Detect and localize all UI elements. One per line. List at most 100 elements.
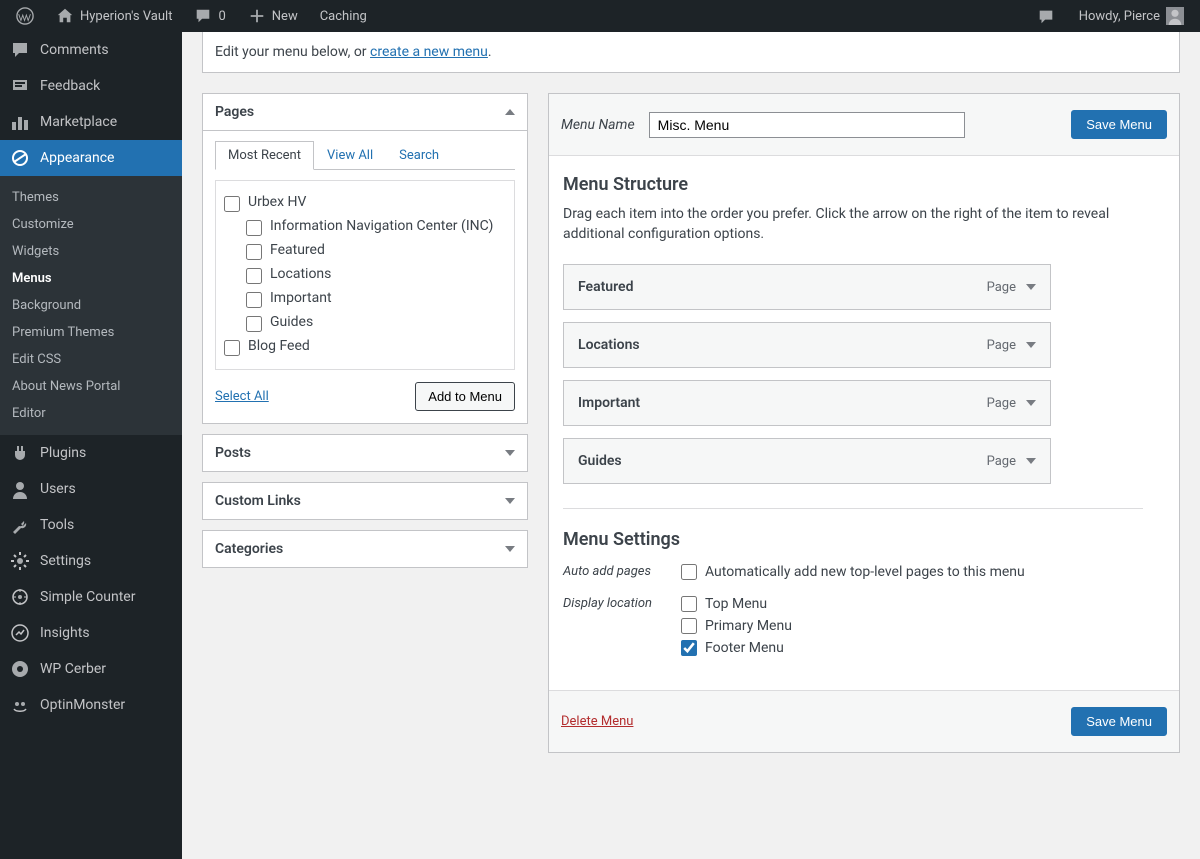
page-checkbox[interactable] (246, 268, 262, 284)
comments-icon (10, 40, 30, 60)
delete-menu-link[interactable]: Delete Menu (561, 714, 633, 729)
sidebar-sub-editcss[interactable]: Edit CSS (0, 346, 182, 373)
wpcerber-icon (10, 659, 30, 679)
menu-item[interactable]: FeaturedPage (563, 264, 1051, 310)
tab-search[interactable]: Search (386, 141, 452, 170)
page-checkbox[interactable] (224, 196, 240, 212)
sidebar-item-simplecounter[interactable]: Simple Counter (0, 579, 182, 615)
page-checkbox[interactable] (224, 340, 240, 356)
marketplace-icon (10, 112, 30, 132)
feedback-icon (10, 76, 30, 96)
sidebar-item-settings[interactable]: Settings (0, 543, 182, 579)
sidebar-item-users[interactable]: Users (0, 471, 182, 507)
sidebar-item-comments[interactable]: Comments (0, 32, 182, 68)
page-checkbox[interactable] (246, 316, 262, 332)
sidebar-item-insights[interactable]: Insights (0, 615, 182, 651)
auto-add-label: Auto add pages (563, 564, 681, 579)
comments-link[interactable]: 0 (186, 7, 233, 25)
categories-metabox-toggle[interactable]: Categories (203, 531, 527, 567)
page-checkbox[interactable] (246, 292, 262, 308)
sidebar-sub-widgets[interactable]: Widgets (0, 238, 182, 265)
display-location-label: Display location (563, 596, 681, 611)
display-location-option[interactable]: Primary Menu (681, 618, 792, 634)
expand-down-icon (505, 498, 515, 504)
expand-down-icon (505, 450, 515, 456)
location-checkbox[interactable] (681, 618, 697, 634)
page-checkbox[interactable] (246, 244, 262, 260)
location-checkbox[interactable] (681, 640, 697, 656)
pages-metabox-toggle[interactable]: Pages (203, 94, 527, 131)
settings-icon (10, 551, 30, 571)
howdy-link[interactable]: Howdy, Pierce (1071, 7, 1192, 25)
sidebar-sub-aboutnp[interactable]: About News Portal (0, 373, 182, 400)
pages-metabox: Pages Most Recent View All Search Urbex … (202, 93, 528, 424)
insights-icon (10, 623, 30, 643)
page-item[interactable]: Blog Feed (224, 335, 506, 359)
users-icon (10, 479, 30, 499)
main-content: Edit your menu below, or create a new me… (182, 0, 1200, 793)
sidebar-sub-editor[interactable]: Editor (0, 400, 182, 427)
sidebar-item-tools[interactable]: Tools (0, 507, 182, 543)
optinmonster-icon (10, 695, 30, 715)
sidebar-item-wpcerber[interactable]: WP Cerber (0, 651, 182, 687)
page-item[interactable]: Important (246, 287, 506, 311)
add-to-menu-button[interactable]: Add to Menu (415, 382, 515, 411)
sidebar-sub-customize[interactable]: Customize (0, 211, 182, 238)
sidebar-item-optinmonster[interactable]: OptinMonster (0, 687, 182, 723)
save-menu-top-button[interactable]: Save Menu (1071, 110, 1167, 139)
sidebar-sub-premium[interactable]: Premium Themes (0, 319, 182, 346)
auto-add-checkbox-row[interactable]: Automatically add new top-level pages to… (681, 564, 1025, 580)
menu-item-type: Page (987, 396, 1016, 411)
custom-links-metabox-toggle[interactable]: Custom Links (203, 483, 527, 519)
page-item[interactable]: Locations (246, 263, 506, 287)
new-link[interactable]: New (240, 7, 306, 25)
plugins-icon (10, 443, 30, 463)
location-checkbox[interactable] (681, 596, 697, 612)
custom-links-metabox: Custom Links (202, 482, 528, 520)
posts-metabox-toggle[interactable]: Posts (203, 435, 527, 471)
sidebar-item-plugins[interactable]: Plugins (0, 435, 182, 471)
expand-down-icon (1026, 458, 1036, 464)
plus-icon (248, 7, 266, 25)
sidebar-item-feedback[interactable]: Feedback (0, 68, 182, 104)
tab-most-recent[interactable]: Most Recent (215, 141, 314, 170)
posts-metabox: Posts (202, 434, 528, 472)
page-item[interactable]: Information Navigation Center (INC) (246, 215, 506, 239)
expand-down-icon (505, 546, 515, 552)
expand-down-icon (1026, 342, 1036, 348)
auto-add-checkbox[interactable] (681, 564, 697, 580)
wp-logo[interactable] (8, 7, 42, 25)
sidebar-item-appearance[interactable]: Appearance (0, 140, 182, 176)
notifications-icon[interactable] (1029, 7, 1063, 25)
pages-checklist: Urbex HVInformation Navigation Center (I… (215, 180, 515, 370)
menu-item-type: Page (987, 454, 1016, 469)
page-item[interactable]: Urbex HV (224, 191, 506, 215)
menu-item-title: Locations (578, 337, 640, 353)
sidebar-sub-themes[interactable]: Themes (0, 184, 182, 211)
save-menu-bottom-button[interactable]: Save Menu (1071, 707, 1167, 736)
page-item[interactable]: Featured (246, 239, 506, 263)
menu-item-type: Page (987, 280, 1016, 295)
sidebar-sub-menus[interactable]: Menus (0, 265, 182, 292)
select-all-link[interactable]: Select All (215, 389, 269, 404)
create-new-menu-link[interactable]: create a new menu (370, 44, 488, 60)
menu-name-input[interactable] (649, 112, 965, 138)
admin-bar: Hyperion's Vault 0 New Caching Howdy, Pi… (0, 0, 1200, 32)
sidebar-sub-background[interactable]: Background (0, 292, 182, 319)
caching-link[interactable]: Caching (312, 9, 375, 24)
sidebar-item-marketplace[interactable]: Marketplace (0, 104, 182, 140)
site-link[interactable]: Hyperion's Vault (48, 7, 180, 25)
simplecounter-icon (10, 587, 30, 607)
page-item[interactable]: Guides (246, 311, 506, 335)
menu-item[interactable]: LocationsPage (563, 322, 1051, 368)
menu-structure-desc: Drag each item into the order you prefer… (563, 205, 1165, 244)
page-checkbox[interactable] (246, 220, 262, 236)
display-location-option[interactable]: Top Menu (681, 596, 792, 612)
appearance-icon (10, 148, 30, 168)
menu-item[interactable]: GuidesPage (563, 438, 1051, 484)
tab-view-all[interactable]: View All (314, 141, 386, 170)
menu-item[interactable]: ImportantPage (563, 380, 1051, 426)
display-location-option[interactable]: Footer Menu (681, 640, 792, 656)
site-name: Hyperion's Vault (80, 9, 172, 24)
tools-icon (10, 515, 30, 535)
